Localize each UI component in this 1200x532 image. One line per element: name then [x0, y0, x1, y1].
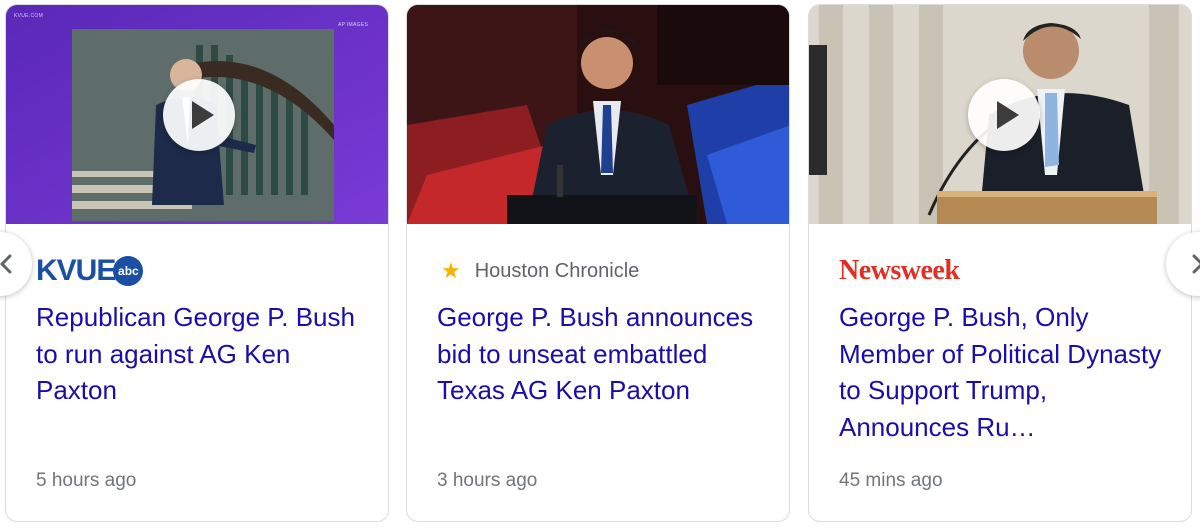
timestamp: 45 mins ago [839, 470, 943, 491]
source-name: Houston Chronicle [474, 259, 640, 282]
news-card[interactable]: ★ Houston Chronicle George P. Bush annou… [406, 4, 790, 522]
newsweek-wordmark: Newsweek [839, 255, 960, 286]
news-card[interactable]: Newsweek George P. Bush, Only Member of … [808, 4, 1192, 522]
source-logo-newsweek: Newsweek [839, 253, 960, 289]
timestamp: 3 hours ago [437, 470, 538, 491]
kvue-wordmark: KVUE [36, 254, 116, 287]
abc-badge: abc [113, 256, 144, 286]
chevron-left-icon [0, 254, 12, 274]
video-thumbnail[interactable]: KVUE.COM AP IMAGES [6, 5, 388, 224]
video-thumbnail[interactable] [809, 5, 1191, 224]
thumb-caption-left: KVUE.COM [14, 13, 44, 19]
play-button[interactable] [968, 79, 1040, 151]
carousel-prev-button[interactable] [0, 232, 32, 296]
source-houston-chronicle: ★ Houston Chronicle [437, 253, 639, 289]
article-thumbnail[interactable] [407, 5, 789, 224]
headline-link[interactable]: Republican George P. Bush to run against… [36, 299, 366, 409]
headline-link[interactable]: George P. Bush announces bid to unseat e… [437, 299, 767, 409]
carousel-next-button[interactable] [1166, 232, 1200, 296]
star-icon: ★ [441, 258, 461, 284]
headline-link[interactable]: George P. Bush, Only Member of Political… [839, 299, 1169, 445]
chevron-right-icon [1192, 254, 1200, 274]
thumb-caption-right: AP IMAGES [338, 22, 369, 28]
source-logo-kvue: KVUE abc [36, 253, 144, 289]
play-icon [192, 101, 214, 129]
news-card[interactable]: KVUE.COM AP IMAGES KVUE abc Republican G… [5, 4, 389, 522]
play-button[interactable] [163, 79, 235, 151]
timestamp: 5 hours ago [36, 470, 137, 491]
play-icon [997, 101, 1019, 129]
